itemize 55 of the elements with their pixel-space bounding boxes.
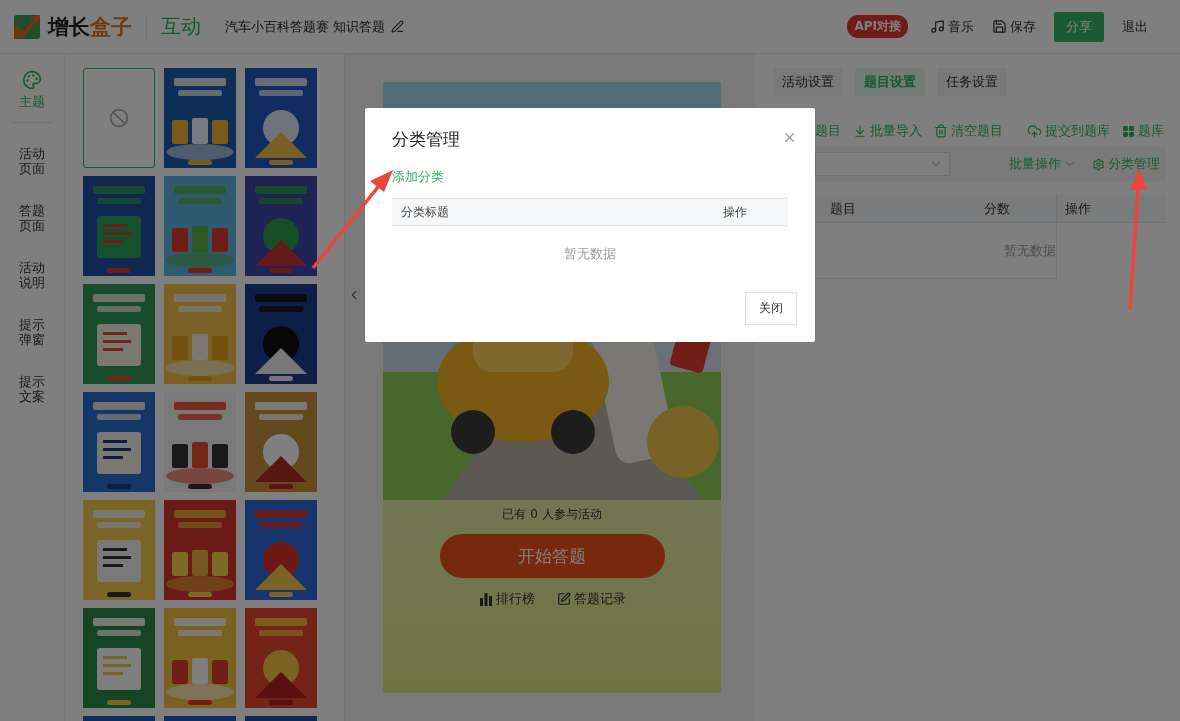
- column-header: 题目: [815, 195, 976, 223]
- save-button[interactable]: 保存: [992, 17, 1036, 36]
- palette-icon: [22, 70, 42, 90]
- column-header: 操作: [1056, 195, 1166, 223]
- brand-name: 盒子: [90, 13, 132, 41]
- settings-tab[interactable]: 题目设置: [855, 68, 925, 96]
- column-header: 分数: [976, 195, 1056, 223]
- toolbar-button[interactable]: 题目: [815, 122, 841, 140]
- exit-button[interactable]: 退出: [1122, 17, 1148, 36]
- sidebar-item[interactable]: 提示弹窗: [18, 317, 46, 347]
- section-title: 互动: [161, 13, 201, 40]
- sidebar-item[interactable]: 提示文案: [18, 374, 46, 404]
- logo-icon: [14, 14, 40, 39]
- participants-text: 已有 0 人参与活动: [502, 506, 602, 523]
- sidebar-item[interactable]: 活动页面: [18, 146, 46, 176]
- sidebar-item[interactable]: 活动说明: [18, 260, 46, 290]
- category-select[interactable]: [815, 152, 950, 176]
- cloud-upload-icon: [1027, 123, 1042, 139]
- brand-name: 增长: [48, 13, 90, 41]
- none-icon: [109, 108, 129, 128]
- toolbar-button[interactable]: 题库: [1122, 122, 1164, 140]
- add-category-link[interactable]: 添加分类: [392, 168, 444, 186]
- edit-icon: [556, 592, 571, 606]
- ranking-link[interactable]: 排行榜: [478, 590, 535, 608]
- column-header: 操作: [714, 198, 788, 226]
- dialog-close-button[interactable]: 关闭: [745, 292, 797, 325]
- records-link[interactable]: 答题记录: [556, 590, 626, 608]
- music-button[interactable]: 音乐: [930, 17, 974, 36]
- share-button[interactable]: 分享: [1054, 11, 1104, 42]
- api-badge[interactable]: API对接: [847, 15, 908, 38]
- toolbar-button[interactable]: 提交到题库: [1027, 122, 1110, 140]
- download-icon: [853, 124, 867, 138]
- start-button[interactable]: 开始答题: [439, 534, 665, 578]
- column-header: 分类标题: [392, 198, 714, 226]
- music-icon: [930, 19, 945, 34]
- settings-tab[interactable]: 任务设置: [937, 68, 1007, 96]
- grid-icon: [1122, 124, 1135, 138]
- edit-icon[interactable]: [391, 20, 405, 33]
- activity-title: 汽车小百科答题赛 知识答题: [225, 17, 386, 36]
- close-icon: [782, 130, 797, 145]
- theme-none-tile[interactable]: [83, 68, 155, 168]
- toolbar-button[interactable]: 批量导入: [853, 122, 922, 140]
- settings-icon: [1092, 157, 1105, 171]
- settings-tab[interactable]: 活动设置: [773, 68, 843, 96]
- save-icon: [992, 19, 1007, 34]
- sidebar-item[interactable]: 答题页面: [18, 203, 46, 233]
- toolbar-button[interactable]: 清空题目: [934, 122, 1003, 140]
- batch-dropdown[interactable]: 批量操作: [1009, 155, 1076, 173]
- trash-icon: [934, 124, 948, 138]
- close-button[interactable]: [782, 130, 797, 145]
- bar-chart-icon: [478, 592, 493, 606]
- empty-text: 暂无数据: [563, 245, 617, 263]
- category-button[interactable]: 分类管理: [1092, 155, 1160, 173]
- dialog-title: 分类管理: [392, 128, 460, 151]
- sidebar-item[interactable]: 主题: [18, 70, 46, 109]
